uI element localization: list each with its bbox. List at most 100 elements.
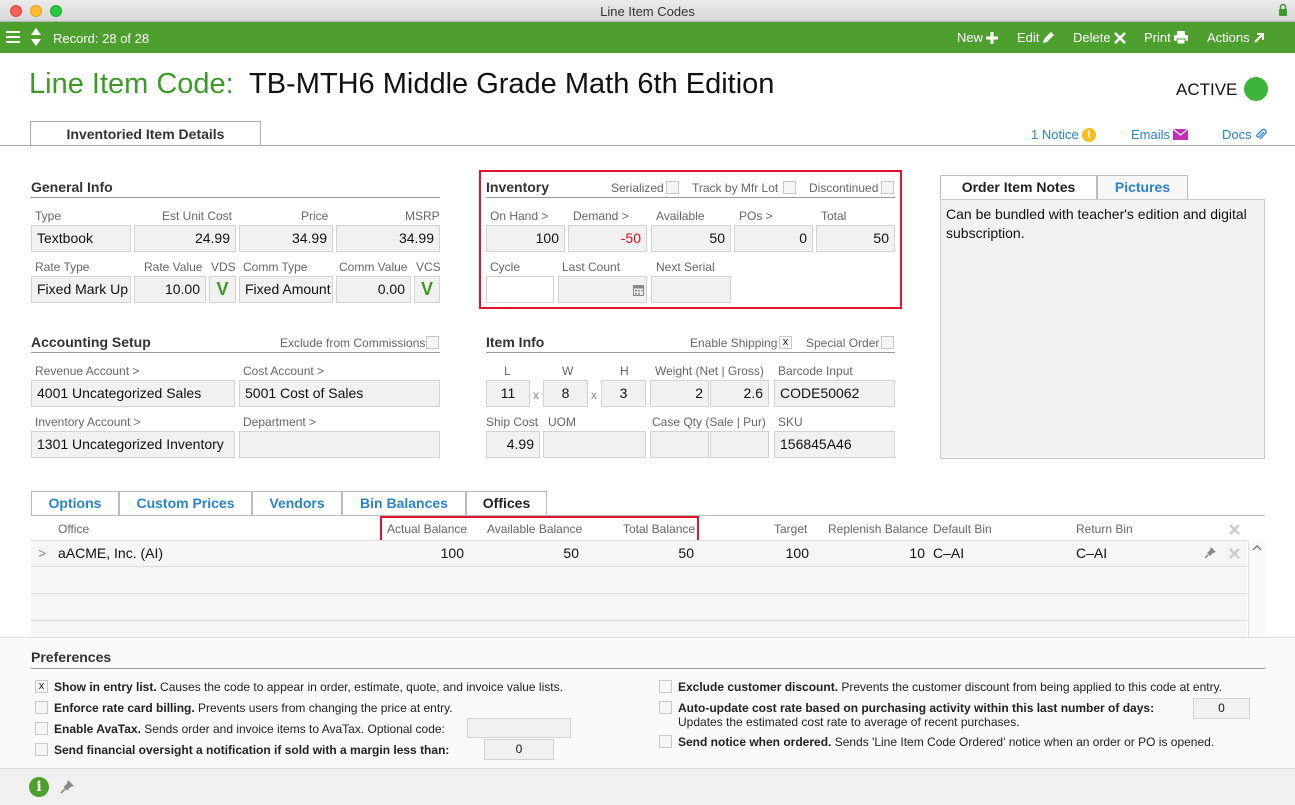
tab-custom-prices[interactable]: Custom Prices	[119, 491, 252, 515]
print-button[interactable]: Print	[1144, 30, 1188, 45]
uom-field[interactable]	[543, 431, 646, 458]
department-field[interactable]	[239, 431, 440, 458]
tab-order-item-notes[interactable]: Order Item Notes	[940, 175, 1097, 199]
scroll-up-icon[interactable]	[1249, 542, 1265, 554]
revenue-account-label[interactable]: Revenue Account >	[35, 364, 139, 378]
enforce-rate-card-checkbox[interactable]	[35, 701, 48, 714]
record-navigator-icon[interactable]	[30, 27, 42, 50]
est-unit-cost-label: Est Unit Cost	[162, 209, 233, 223]
on-hand-label[interactable]: On Hand >	[490, 209, 548, 223]
total-balance-column-header[interactable]: Total Balance	[623, 522, 695, 536]
weight-gross-field[interactable]: 2.6	[710, 380, 769, 407]
item-info-divider	[486, 352, 895, 353]
menu-icon[interactable]	[6, 30, 20, 47]
revenue-account-field[interactable]: 4001 Uncategorized Sales	[31, 380, 235, 407]
exclude-customer-discount-checkbox[interactable]	[659, 680, 672, 693]
margin-notification-checkbox[interactable]	[35, 743, 48, 756]
pin-icon[interactable]	[60, 779, 75, 797]
send-notice-ordered-checkbox[interactable]	[659, 735, 672, 748]
department-label[interactable]: Department >	[243, 415, 316, 429]
price-field[interactable]: 34.99	[239, 225, 333, 252]
available-balance-column-header[interactable]: Available Balance	[487, 522, 582, 536]
remove-row-icon[interactable]	[1229, 547, 1240, 562]
cost-account-field[interactable]: 5001 Cost of Sales	[239, 380, 440, 407]
auto-update-cost-checkbox[interactable]	[659, 701, 672, 714]
show-in-entry-list-checkbox[interactable]: x	[35, 680, 48, 693]
vds-checkmark-icon[interactable]: V	[209, 276, 236, 303]
demand-field[interactable]: -50	[568, 225, 647, 252]
tab-inventoried-item-details[interactable]: Inventoried Item Details	[30, 121, 261, 146]
serialized-checkbox[interactable]	[666, 181, 679, 194]
special-order-checkbox[interactable]	[881, 336, 894, 349]
delete-button[interactable]: Delete	[1073, 30, 1126, 45]
info-icon[interactable]: i	[29, 777, 49, 797]
track-by-mfr-lot-checkbox[interactable]	[783, 181, 796, 194]
order-item-notes-text[interactable]: Can be bundled with teacher's edition an…	[940, 199, 1265, 459]
grid-scrollbar[interactable]	[1248, 540, 1265, 637]
office-column-header[interactable]: Office	[58, 522, 89, 536]
target-column-header[interactable]: Target	[774, 522, 807, 536]
inventory-account-label[interactable]: Inventory Account >	[35, 415, 141, 429]
margin-threshold-input[interactable]: 0	[484, 739, 554, 760]
edit-button[interactable]: Edit	[1017, 30, 1055, 45]
new-button[interactable]: New	[957, 30, 999, 45]
emails-link[interactable]: Emails	[1131, 127, 1189, 142]
sku-field[interactable]: 156845A46	[774, 431, 895, 458]
enable-avatax-checkbox[interactable]	[35, 722, 48, 735]
case-qty-sale-field[interactable]	[650, 431, 709, 458]
available-field[interactable]: 50	[651, 225, 731, 252]
type-field[interactable]: Textbook	[31, 225, 131, 252]
status-indicator-icon	[1244, 77, 1268, 101]
next-serial-field[interactable]	[651, 276, 731, 303]
cycle-field[interactable]	[486, 276, 554, 303]
barcode-input-field[interactable]: CODE50062	[774, 380, 895, 407]
on-hand-field[interactable]: 100	[486, 225, 565, 252]
pos-field[interactable]: 0	[734, 225, 813, 252]
enable-shipping-checkbox[interactable]: x	[779, 336, 792, 349]
case-qty-label: Case Qty (Sale | Pur)	[652, 415, 766, 429]
calendar-icon[interactable]	[633, 284, 644, 299]
rate-type-field[interactable]: Fixed Mark Up	[31, 276, 131, 303]
inventory-account-field[interactable]: 1301 Uncategorized Inventory	[31, 431, 235, 458]
comm-value-field[interactable]: 0.00	[336, 276, 411, 303]
tab-bin-balances[interactable]: Bin Balances	[342, 491, 466, 515]
length-field[interactable]: 11	[486, 380, 530, 407]
weight-net-field[interactable]: 2	[650, 380, 709, 407]
replenish-balance-column-header[interactable]: Replenish Balance	[828, 522, 928, 536]
demand-label[interactable]: Demand >	[573, 209, 629, 223]
docs-link[interactable]: Docs	[1222, 127, 1267, 142]
discontinued-checkbox[interactable]	[881, 181, 894, 194]
row-expand-icon[interactable]: >	[38, 545, 46, 561]
pin-icon[interactable]	[1204, 546, 1217, 562]
track-by-mfr-lot-label: Track by Mfr Lot	[692, 181, 779, 195]
rate-value-field[interactable]: 10.00	[134, 276, 206, 303]
auto-update-days-input[interactable]: 0	[1193, 698, 1250, 719]
actions-button[interactable]: Actions	[1207, 30, 1265, 45]
comm-type-field[interactable]: Fixed Amount	[239, 276, 333, 303]
case-qty-pur-field[interactable]	[710, 431, 769, 458]
rate-value-label: Rate Value	[144, 260, 203, 274]
vcs-checkmark-icon[interactable]: V	[414, 276, 440, 303]
show-in-entry-list-label: Show in entry list.	[54, 680, 157, 694]
avatax-code-input[interactable]	[467, 718, 571, 738]
total-field[interactable]: 50	[816, 225, 895, 252]
enable-avatax-label: Enable AvaTax.	[54, 722, 141, 736]
ship-cost-field[interactable]: 4.99	[486, 431, 540, 458]
cost-account-label[interactable]: Cost Account >	[243, 364, 324, 378]
tab-options[interactable]: Options	[31, 491, 119, 515]
tab-vendors[interactable]: Vendors	[252, 491, 342, 515]
exclude-commissions-checkbox[interactable]	[426, 336, 439, 349]
actual-balance-column-header[interactable]: Actual Balance	[387, 522, 467, 536]
notice-link[interactable]: 1 Notice !	[1031, 127, 1096, 142]
pos-label[interactable]: POs >	[739, 209, 773, 223]
default-bin-column-header[interactable]: Default Bin	[933, 522, 992, 536]
est-unit-cost-field[interactable]: 24.99	[134, 225, 236, 252]
width-field[interactable]: 8	[543, 380, 588, 407]
height-field[interactable]: 3	[601, 380, 646, 407]
return-bin-column-header[interactable]: Return Bin	[1076, 522, 1133, 536]
clear-column-icon[interactable]	[1229, 523, 1240, 538]
tab-offices[interactable]: Offices	[466, 491, 547, 516]
send-notice-ordered-label: Send notice when ordered.	[678, 735, 832, 749]
tab-pictures[interactable]: Pictures	[1097, 175, 1188, 199]
msrp-field[interactable]: 34.99	[336, 225, 440, 252]
